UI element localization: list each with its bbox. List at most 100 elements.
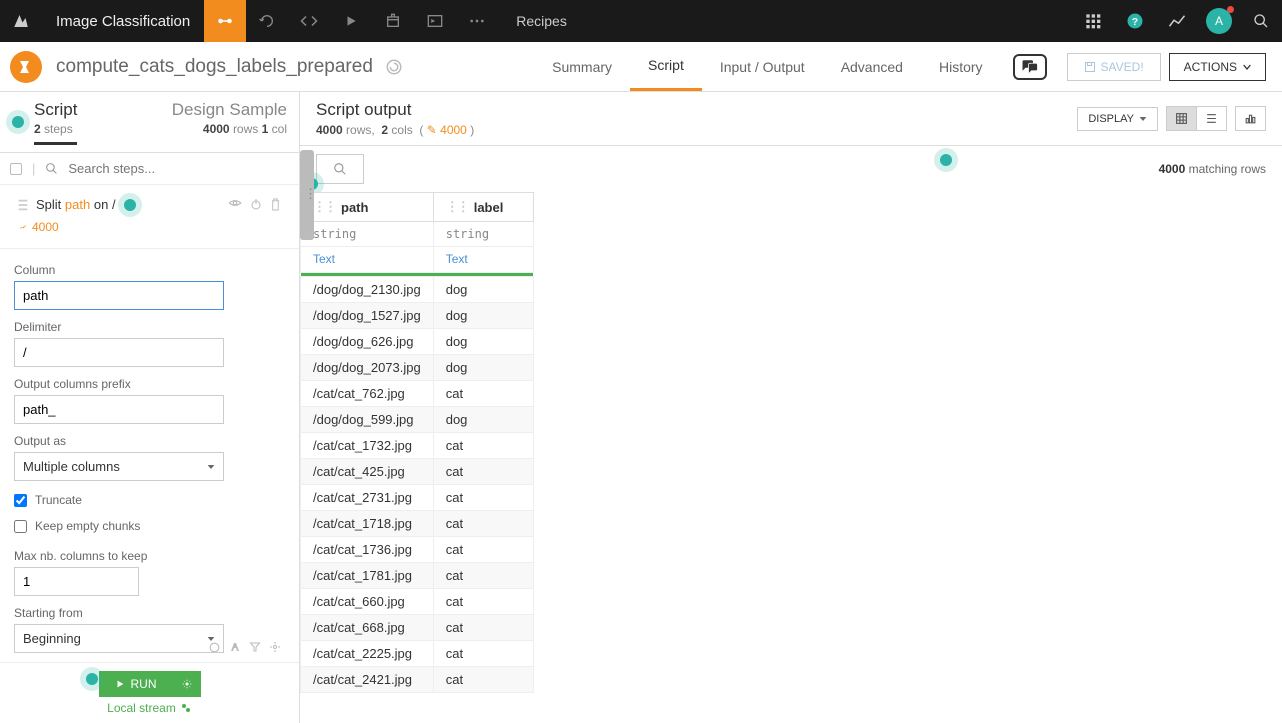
column-meaning[interactable]: Text [433,247,533,273]
saved-button[interactable]: SAVED! [1067,53,1161,81]
cell-label[interactable]: cat [433,537,533,563]
step-card[interactable]: Split path on / 4000 [8,191,291,242]
local-stream-label[interactable]: Local stream [107,701,192,715]
cell-label[interactable]: cat [433,563,533,589]
output-search-button[interactable] [316,154,364,184]
tab-advanced[interactable]: Advanced [823,42,921,91]
table-row[interactable]: /dog/dog_1527.jpgdog [301,303,534,329]
cell-path[interactable]: /dog/dog_599.jpg [301,407,434,433]
cell-path[interactable]: /cat/cat_2225.jpg [301,641,434,667]
max-cols-input[interactable] [14,567,139,596]
table-row[interactable]: /dog/dog_2130.jpgdog [301,277,534,303]
trash-icon[interactable] [270,198,281,211]
table-row[interactable]: /cat/cat_668.jpgcat [301,615,534,641]
logo-icon[interactable] [0,0,42,42]
table-row[interactable]: /cat/cat_1781.jpgcat [301,563,534,589]
table-view-button[interactable] [1167,107,1197,130]
tab-io[interactable]: Input / Output [702,42,823,91]
output-as-select[interactable]: Multiple columns [14,452,224,481]
box-icon[interactable] [372,0,414,42]
actions-button[interactable]: ACTIONS [1169,53,1266,81]
search-icon[interactable] [1240,0,1282,42]
table-row[interactable]: /cat/cat_660.jpgcat [301,589,534,615]
cell-label[interactable]: dog [433,277,533,303]
cell-path[interactable]: /dog/dog_2130.jpg [301,277,434,303]
cell-label[interactable]: cat [433,485,533,511]
activity-icon[interactable] [1156,0,1198,42]
project-name[interactable]: Image Classification [42,13,204,30]
cell-path[interactable]: /cat/cat_2421.jpg [301,667,434,693]
recipes-label[interactable]: Recipes [498,13,585,29]
table-row[interactable]: /cat/cat_1732.jpgcat [301,433,534,459]
avatar[interactable]: A [1206,8,1232,34]
column-meaning[interactable]: Text [301,247,434,273]
chart-view-button[interactable] [1235,106,1266,131]
flow-icon[interactable] [204,0,246,42]
cell-label[interactable]: cat [433,433,533,459]
script-title[interactable]: Script [34,100,77,120]
cell-path[interactable]: /cat/cat_1736.jpg [301,537,434,563]
cell-label[interactable]: cat [433,615,533,641]
cell-label[interactable]: dog [433,407,533,433]
eye-icon[interactable] [228,198,242,208]
cell-label[interactable]: cat [433,667,533,693]
list-view-button[interactable] [1197,107,1226,130]
run-settings-button[interactable] [173,671,201,697]
cell-path[interactable]: /dog/dog_626.jpg [301,329,434,355]
cell-path[interactable]: /cat/cat_660.jpg [301,589,434,615]
table-row[interactable]: /dog/dog_599.jpgdog [301,407,534,433]
table-row[interactable]: /dog/dog_626.jpgdog [301,329,534,355]
table-row[interactable]: /cat/cat_425.jpgcat [301,459,534,485]
play-icon[interactable] [330,0,372,42]
tab-summary[interactable]: Summary [534,42,630,91]
refresh-icon[interactable] [246,0,288,42]
cell-label[interactable]: cat [433,641,533,667]
help-icon[interactable]: ? [1114,0,1156,42]
cell-label[interactable]: cat [433,459,533,485]
table-row[interactable]: /cat/cat_762.jpgcat [301,381,534,407]
cell-label[interactable]: cat [433,381,533,407]
select-all-checkbox[interactable] [10,163,22,175]
more-icon[interactable] [456,0,498,42]
code-icon[interactable] [288,0,330,42]
search-steps-input[interactable] [68,161,289,176]
keep-empty-checkbox[interactable]: Keep empty chunks [14,519,285,533]
table-row[interactable]: /cat/cat_2225.jpgcat [301,641,534,667]
column-input[interactable] [14,281,224,310]
cell-path[interactable]: /dog/dog_2073.jpg [301,355,434,381]
table-row[interactable]: /dog/dog_2073.jpgdog [301,355,534,381]
run-button[interactable]: RUN [99,671,173,697]
terminal-icon[interactable] [414,0,456,42]
font-icon[interactable] [229,641,241,653]
cell-label[interactable]: cat [433,589,533,615]
power-icon[interactable] [250,198,262,210]
cell-path[interactable]: /cat/cat_762.jpg [301,381,434,407]
tab-history[interactable]: History [921,42,1001,91]
cell-path[interactable]: /cat/cat_425.jpg [301,459,434,485]
cell-path[interactable]: /cat/cat_1732.jpg [301,433,434,459]
cell-path[interactable]: /cat/cat_1781.jpg [301,563,434,589]
apps-icon[interactable] [1072,0,1114,42]
table-row[interactable]: /cat/cat_1718.jpgcat [301,511,534,537]
column-header-path[interactable]: ⋮⋮path [301,193,434,222]
cell-path[interactable]: /cat/cat_1718.jpg [301,511,434,537]
column-header-label[interactable]: ⋮⋮label [433,193,533,222]
cell-label[interactable]: cat [433,511,533,537]
tab-script[interactable]: Script [630,42,702,91]
truncate-checkbox[interactable]: Truncate [14,493,285,507]
prefix-input[interactable] [14,395,224,424]
refresh-recipe-icon[interactable] [385,58,403,76]
filter-icon[interactable] [249,641,261,653]
table-row[interactable]: /cat/cat_2731.jpgcat [301,485,534,511]
settings-icon[interactable] [269,641,281,653]
cell-label[interactable]: dog [433,303,533,329]
cell-path[interactable]: /cat/cat_2731.jpg [301,485,434,511]
sync-icon[interactable] [208,641,221,654]
cell-label[interactable]: dog [433,355,533,381]
discussion-icon[interactable] [1013,54,1047,80]
table-row[interactable]: /cat/cat_1736.jpgcat [301,537,534,563]
cell-path[interactable]: /cat/cat_668.jpg [301,615,434,641]
drag-handle-icon[interactable] [18,198,28,212]
delimiter-input[interactable] [14,338,224,367]
table-row[interactable]: /cat/cat_2421.jpgcat [301,667,534,693]
